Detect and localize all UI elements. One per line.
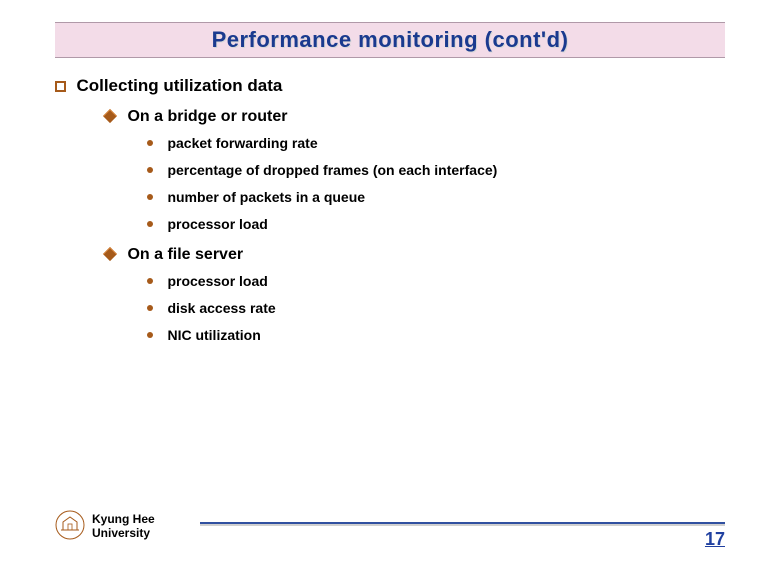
section-row: On a file server [105, 246, 725, 264]
university-name: Kyung Hee University [92, 512, 155, 541]
slide-footer: Kyung Hee University 17 [0, 510, 780, 546]
dot-bullet-icon [147, 194, 153, 200]
section-row: On a bridge or router [105, 108, 725, 126]
dot-bullet-icon [147, 332, 153, 338]
heading-row: Collecting utilization data [55, 76, 725, 96]
list-item-text: number of packets in a queue [167, 189, 365, 205]
slide-content: Collecting utilization data On a bridge … [0, 58, 780, 345]
university-line1: Kyung Hee [92, 512, 155, 526]
list-item: number of packets in a queue [147, 189, 725, 207]
list-item: NIC utilization [147, 327, 725, 345]
footer-divider [200, 522, 725, 526]
list-item-text: percentage of dropped frames (on each in… [167, 162, 497, 178]
list-item: percentage of dropped frames (on each in… [147, 162, 725, 180]
square-bullet-icon [55, 81, 66, 92]
dot-bullet-icon [147, 305, 153, 311]
university-logo-icon [55, 510, 85, 540]
dot-bullet-icon [147, 278, 153, 284]
heading-text: Collecting utilization data [76, 76, 282, 95]
list-item: processor load [147, 216, 725, 234]
diamond-bullet-icon [103, 109, 117, 123]
slide-title: Performance monitoring (cont'd) [212, 27, 569, 52]
list-item-text: disk access rate [167, 300, 275, 316]
dot-bullet-icon [147, 221, 153, 227]
list-item: disk access rate [147, 300, 725, 318]
dot-bullet-icon [147, 167, 153, 173]
slide-title-bar: Performance monitoring (cont'd) [55, 22, 725, 58]
list-item: processor load [147, 273, 725, 291]
list-item-text: processor load [167, 216, 267, 232]
section-label: On a file server [127, 246, 243, 263]
list-item-text: packet forwarding rate [167, 135, 317, 151]
list-item-text: NIC utilization [167, 327, 260, 343]
university-line2: University [92, 526, 150, 540]
section-label: On a bridge or router [127, 108, 287, 125]
dot-bullet-icon [147, 140, 153, 146]
list-item-text: processor load [167, 273, 267, 289]
list-item: packet forwarding rate [147, 135, 725, 153]
diamond-bullet-icon [103, 247, 117, 261]
